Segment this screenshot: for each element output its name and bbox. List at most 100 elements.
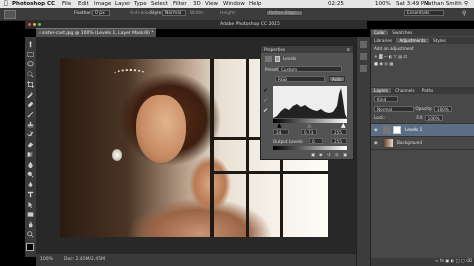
panel-menu-icon[interactable]: ≡ [346,46,350,53]
black-white-icon[interactable]: ■ [374,61,378,66]
eraser-tool-icon[interactable] [27,141,34,148]
marquee-tool-icon[interactable] [27,51,34,58]
tab-channels[interactable]: Channels [392,88,417,93]
info-panel-icon[interactable] [360,65,367,72]
search-icon[interactable]: ⚲ [462,10,466,17]
zoom-window-icon[interactable] [38,23,41,26]
feather-input[interactable]: 0 px [92,10,110,16]
menu-edit[interactable]: Edit [78,0,89,8]
auto-button[interactable]: Auto [329,76,345,82]
zoom-level[interactable]: 100% [40,254,53,266]
input-black-field[interactable]: 24 [273,129,289,135]
blend-mode-select[interactable]: Normal [374,106,414,112]
visibility-icon[interactable]: ◎ [335,152,339,157]
eyedropper-tool-icon[interactable] [27,91,34,98]
tab-layers[interactable]: Layers [371,88,391,93]
add-mask-icon[interactable]: ▣ [445,258,449,263]
black-point-eyedropper-icon[interactable] [263,86,269,92]
menu-window[interactable]: Window [223,0,245,8]
view-previous-icon[interactable]: ◉ [319,152,323,157]
preset-select[interactable]: Custom [278,66,342,72]
output-white-field[interactable]: 255 [331,138,347,144]
workspace-select[interactable]: Essentials [404,10,444,16]
tab-paths[interactable]: Paths [419,88,436,93]
document-tab[interactable]: × sister-cast.jpg @ 100% (Levels 1, Laye… [36,28,156,37]
tab-libraries[interactable]: Libraries [371,38,395,43]
menu-view[interactable]: View [205,0,218,8]
menu-app-name[interactable]: Photoshop CC [12,0,55,8]
move-tool-icon[interactable] [27,41,34,48]
white-input-slider[interactable]: ▲ [341,122,346,129]
pen-tool-icon[interactable] [27,181,34,188]
clone-stamp-tool-icon[interactable] [27,121,34,128]
layer-row[interactable]: ◉ Levels 1 [371,123,474,136]
new-layer-icon[interactable]: ▢ [461,258,465,263]
foreground-color-swatch[interactable] [26,243,34,251]
tab-adjustments[interactable]: Adjustments [396,38,429,43]
white-point-eyedropper-icon[interactable] [263,106,269,112]
photo-filter-icon[interactable]: ◉ [379,61,383,66]
type-tool-icon[interactable] [27,191,34,198]
channel-mixer-icon[interactable]: ◎ [384,61,388,66]
layer-name[interactable]: Levels 1 [405,127,422,132]
minimize-window-icon[interactable] [33,23,36,26]
gray-point-eyedropper-icon[interactable] [263,96,269,102]
layer-row[interactable]: ◉ Background [371,136,474,150]
trash-icon[interactable]: ⌫ [466,258,472,263]
style-select[interactable]: Normal [162,10,186,16]
brightness-contrast-icon[interactable]: ☀ [374,54,378,59]
user-name[interactable]: Nathan Smith [424,0,462,8]
gradient-tool-icon[interactable] [27,151,34,158]
antialias-checkbox[interactable]: Anti-alias [130,11,151,16]
menu-help[interactable]: Help [249,0,262,8]
quick-select-tool-icon[interactable] [27,71,34,78]
new-group-icon[interactable]: □ [455,258,459,263]
layer-mask-thumbnail[interactable] [393,126,401,134]
gamma-input-slider[interactable]: ▲ [307,122,312,129]
menu-select[interactable]: Select [151,0,168,8]
black-input-slider[interactable]: ▲ [277,122,282,129]
output-black-field[interactable]: 0 [309,138,323,144]
marquee-tool-icon[interactable] [4,10,16,19]
color-balance-icon[interactable]: ⚖ [403,54,407,59]
dodge-tool-icon[interactable] [27,171,34,178]
layer-kind-filter[interactable]: Kind [374,96,398,102]
new-adjustment-icon[interactable]: ◐ [450,258,454,263]
color-lookup-icon[interactable]: ▦ [389,61,393,66]
tab-styles[interactable]: Styles [430,38,449,43]
opacity-field[interactable]: 100% [433,106,452,112]
menu-3d[interactable]: 3D [193,0,201,8]
zoom-tool-icon[interactable] [27,231,34,238]
rectangle-tool-icon[interactable] [27,211,34,218]
properties-panel[interactable]: Properties ≡ Levels Preset: Custom RGB A… [260,45,354,160]
tab-color[interactable]: Color [371,30,388,35]
properties-panel-icon[interactable] [360,53,367,60]
history-brush-tool-icon[interactable] [27,131,34,138]
brush-tool-icon[interactable] [27,111,34,118]
refine-edge-button[interactable]: Refine Edge... [266,10,304,16]
link-layers-icon[interactable]: ∞ [435,258,439,263]
crop-tool-icon[interactable] [27,81,34,88]
search-icon[interactable]: ⚲ [464,0,468,8]
apple-icon[interactable]:  [4,0,8,8]
menu-filter[interactable]: Filter [173,0,187,8]
fill-field[interactable]: 100% [424,115,443,121]
close-window-icon[interactable] [28,23,31,26]
properties-header[interactable]: Properties ≡ [261,46,353,53]
input-white-field[interactable]: 255 [331,129,347,135]
exposure-icon[interactable]: ◐ [389,54,393,59]
menu-image[interactable]: Image [94,0,111,8]
channel-select[interactable]: RGB [275,76,325,82]
tab-swatches[interactable]: Swatches [389,30,415,35]
input-gamma-field[interactable]: 0.73 [301,129,317,135]
hand-tool-icon[interactable] [27,221,34,228]
vibrance-icon[interactable]: ▽ [394,54,397,59]
visibility-eye-icon[interactable]: ◉ [374,140,378,145]
mask-icon[interactable] [275,56,280,62]
hue-saturation-icon[interactable]: ▤ [398,54,402,59]
fx-icon[interactable]: fx [440,258,444,263]
clip-to-layer-icon[interactable]: ▣ [311,152,315,157]
menu-file[interactable]: File [62,0,71,8]
layer-name[interactable]: Background [397,140,422,145]
levels-icon[interactable]: ▓ [379,54,382,59]
